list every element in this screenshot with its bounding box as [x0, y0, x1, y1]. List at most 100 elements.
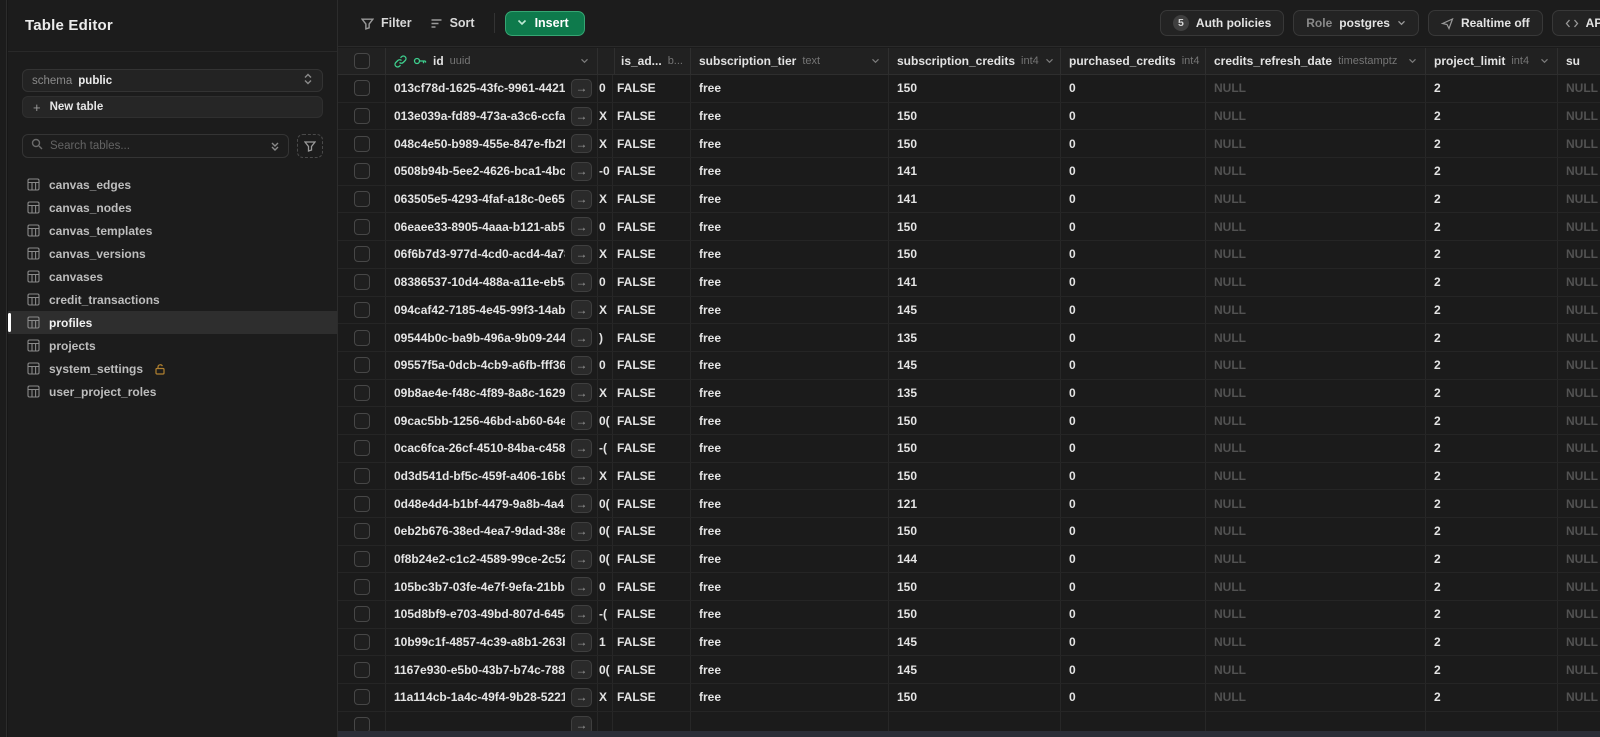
subscription-tier-cell[interactable]: free	[691, 268, 889, 296]
expand-row-button[interactable]: →	[571, 687, 592, 707]
is-admin-cell[interactable]: FALSE	[613, 379, 691, 407]
truncated-last-cell[interactable]: NULL	[1558, 158, 1600, 185]
project-limit-cell[interactable]: 2	[1426, 324, 1558, 351]
row-checkbox[interactable]	[353, 467, 370, 484]
subscription-credits-cell[interactable]: 145	[889, 628, 1061, 656]
subscription-tier-cell[interactable]: free	[691, 158, 889, 185]
subscription-tier-cell[interactable]: free	[691, 379, 889, 407]
column-header-truncated[interactable]: su	[1558, 48, 1600, 74]
api-docs-button[interactable]: API Do	[1551, 10, 1600, 36]
table-row[interactable]: 06f6b7d3-977d-4cd0-acd4-4a78... → X FALS…	[338, 241, 1600, 269]
purchased-credits-cell[interactable]: 0	[1061, 628, 1206, 656]
project-limit-cell[interactable]: 2	[1426, 462, 1558, 490]
purchased-credits-cell[interactable]: 0	[1061, 130, 1206, 158]
credits-refresh-date-cell[interactable]: NULL	[1206, 158, 1426, 185]
column-header-subscription-tier[interactable]: subscription_tier text	[691, 48, 889, 74]
project-limit-cell[interactable]: 2	[1426, 75, 1558, 102]
id-cell[interactable]: 105d8bf9-e703-49bd-807d-645e... →	[386, 601, 598, 628]
id-cell[interactable]: 06eaee33-8905-4aaa-b121-ab552... →	[386, 213, 598, 241]
purchased-credits-cell[interactable]: 0	[1061, 462, 1206, 490]
purchased-credits-cell[interactable]: 0	[1061, 407, 1206, 434]
subscription-tier-cell[interactable]: free	[691, 324, 889, 351]
id-cell[interactable]: 10b99c1f-4857-4c39-a8b1-263b8... →	[386, 628, 598, 656]
expand-row-button[interactable]: →	[571, 300, 592, 320]
table-row[interactable]: 10b99c1f-4857-4c39-a8b1-263b8... → 1 FAL…	[338, 628, 1600, 657]
expand-row-button[interactable]: →	[571, 134, 592, 154]
is-admin-cell[interactable]: FALSE	[613, 75, 691, 102]
truncated-last-cell[interactable]: NULL	[1558, 435, 1600, 462]
row-checkbox[interactable]	[353, 274, 370, 291]
credits-refresh-date-cell[interactable]: NULL	[1206, 462, 1426, 490]
column-header-id[interactable]: id uuid	[386, 48, 598, 74]
row-checkbox[interactable]	[353, 634, 370, 651]
project-limit-cell[interactable]: 2	[1426, 268, 1558, 296]
subscription-tier-cell[interactable]: free	[691, 296, 889, 324]
truncated-last-cell[interactable]: NULL	[1558, 186, 1600, 213]
purchased-credits-cell[interactable]: 0	[1061, 324, 1206, 351]
expand-row-button[interactable]: →	[571, 328, 592, 348]
project-limit-cell[interactable]: 2	[1426, 241, 1558, 268]
row-checkbox[interactable]	[353, 357, 370, 374]
expand-row-button[interactable]: →	[571, 189, 592, 209]
is-admin-cell[interactable]: FALSE	[613, 434, 691, 462]
is-admin-cell[interactable]: FALSE	[613, 351, 691, 379]
id-cell[interactable]: 08386537-10d4-488a-a11e-eb5a6... →	[386, 268, 598, 296]
table-row[interactable]: 08386537-10d4-488a-a11e-eb5a6... → 0 FAL…	[338, 268, 1600, 297]
project-limit-cell[interactable]: 2	[1426, 656, 1558, 684]
project-limit-cell[interactable]: 2	[1426, 628, 1558, 656]
subscription-credits-cell[interactable]: 150	[889, 518, 1061, 545]
row-checkbox[interactable]	[353, 384, 370, 401]
subscription-credits-cell[interactable]: 145	[889, 656, 1061, 684]
column-header-subscription-credits[interactable]: subscription_credits int4	[889, 48, 1061, 74]
credits-refresh-date-cell[interactable]: NULL	[1206, 102, 1426, 130]
project-limit-cell[interactable]: 2	[1426, 490, 1558, 517]
sidebar-item-canvas_templates[interactable]: canvas_templates	[8, 219, 337, 242]
expand-row-button[interactable]: →	[571, 632, 592, 652]
chevron-down-icon[interactable]	[1408, 58, 1417, 64]
id-cell[interactable]: 09cac5bb-1256-46bd-ab60-64ed... →	[386, 407, 598, 434]
table-row[interactable]: 063505e5-4293-4faf-a18c-0e65b... → X FAL…	[338, 185, 1600, 214]
table-row[interactable]: 013e039a-fd89-473a-a3c6-ccfa9... → X FAL…	[338, 102, 1600, 131]
chevron-down-icon[interactable]	[1045, 58, 1054, 64]
chevron-down-icon[interactable]	[580, 58, 589, 64]
table-row[interactable]: 06eaee33-8905-4aaa-b121-ab552... → 0 FAL…	[338, 213, 1600, 242]
credits-refresh-date-cell[interactable]: NULL	[1206, 351, 1426, 379]
row-checkbox[interactable]	[353, 606, 370, 623]
row-checkbox[interactable]	[353, 661, 370, 678]
sidebar-item-projects[interactable]: projects	[8, 334, 337, 357]
subscription-credits-cell[interactable]: 145	[889, 296, 1061, 324]
sort-button[interactable]: Sort	[421, 11, 484, 35]
subscription-tier-cell[interactable]: free	[691, 185, 889, 213]
subscription-credits-cell[interactable]: 150	[889, 407, 1061, 434]
column-header-purchased-credits[interactable]: purchased_credits int4	[1061, 48, 1206, 74]
credits-refresh-date-cell[interactable]: NULL	[1206, 434, 1426, 462]
is-admin-cell[interactable]: FALSE	[613, 241, 691, 268]
truncated-last-cell[interactable]: NULL	[1558, 463, 1600, 490]
is-admin-cell[interactable]: FALSE	[613, 213, 691, 241]
sidebar-item-system_settings[interactable]: system_settings	[8, 357, 337, 380]
subscription-tier-cell[interactable]: free	[691, 241, 889, 268]
table-row[interactable]: 048c4e50-b989-455e-847e-fb2f... → X FALS…	[338, 130, 1600, 159]
table-filter-button[interactable]	[297, 134, 323, 158]
purchased-credits-cell[interactable]: 0	[1061, 75, 1206, 102]
id-cell[interactable]: 013cf78d-1625-43fc-9961-442189... →	[386, 75, 598, 102]
is-admin-cell[interactable]: FALSE	[613, 573, 691, 601]
expand-row-button[interactable]: →	[571, 604, 592, 624]
truncated-last-cell[interactable]: NULL	[1558, 130, 1600, 157]
row-checkbox[interactable]	[353, 135, 370, 152]
truncated-last-cell[interactable]: NULL	[1558, 213, 1600, 240]
project-limit-cell[interactable]: 2	[1426, 545, 1558, 573]
subscription-credits-cell[interactable]: 145	[889, 351, 1061, 379]
credits-refresh-date-cell[interactable]: NULL	[1206, 379, 1426, 407]
table-row[interactable]: 09b8ae4e-f48c-4f89-8a8c-1629b... → X FAL…	[338, 379, 1600, 408]
credits-refresh-date-cell[interactable]: NULL	[1206, 268, 1426, 296]
chevron-down-icon[interactable]	[871, 58, 880, 64]
project-limit-cell[interactable]: 2	[1426, 102, 1558, 130]
id-cell[interactable]: 0eb2b676-38ed-4ea7-9dad-38e6... →	[386, 518, 598, 545]
row-checkbox[interactable]	[353, 246, 370, 263]
id-cell[interactable]: 09b8ae4e-f48c-4f89-8a8c-1629b... →	[386, 379, 598, 407]
chevron-down-icon[interactable]	[1540, 58, 1549, 64]
expand-row-button[interactable]: →	[571, 244, 592, 264]
id-cell[interactable]: 09557f5a-0dcb-4cb9-a6fb-fff366... →	[386, 351, 598, 379]
expand-row-button[interactable]: →	[571, 521, 592, 541]
